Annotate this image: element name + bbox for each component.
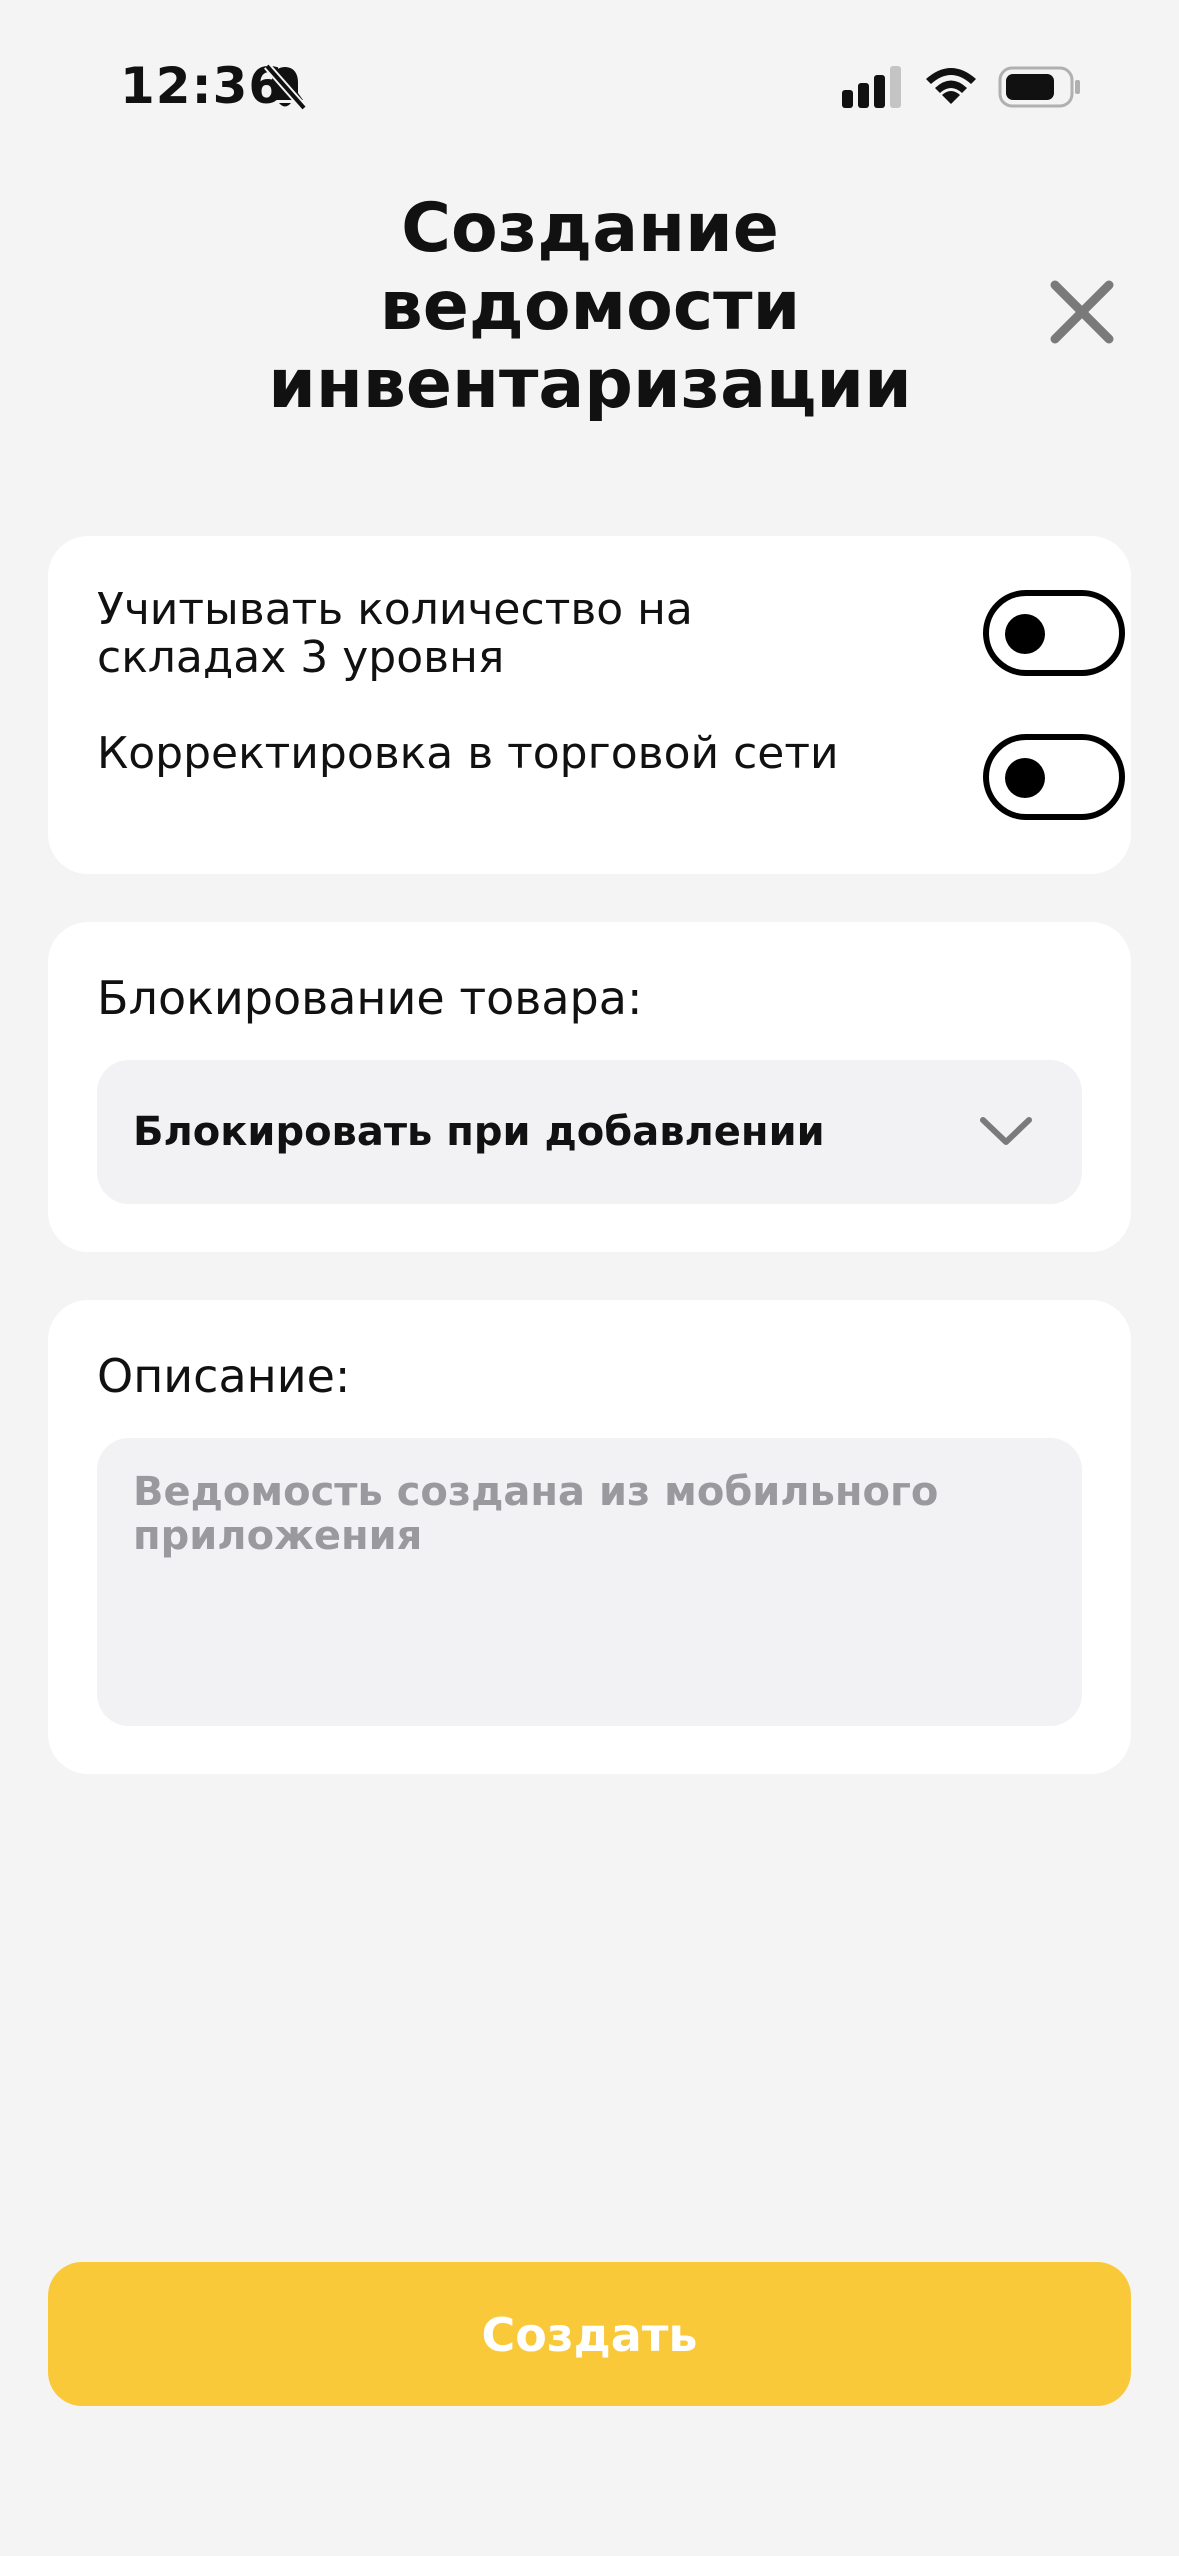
toggle-label: Корректировка в торговой сети (97, 728, 839, 779)
wifi-icon (926, 68, 976, 104)
blocking-select[interactable]: Блокировать при добавлении (97, 1060, 1082, 1204)
status-time: 12:36 (120, 57, 285, 115)
level3-stock-toggle[interactable] (983, 590, 1125, 676)
retail-correction-toggle[interactable] (983, 734, 1125, 820)
create-button[interactable]: Создать (48, 2262, 1131, 2406)
description-input[interactable]: Ведомость создана из мобильного приложен… (97, 1438, 1082, 1726)
description-placeholder: Ведомость создана из мобильного приложен… (133, 1469, 939, 1559)
description-label: Описание: (97, 1349, 351, 1403)
toggle-label: Учитывать количество на складах 3 уровня (97, 584, 693, 683)
create-inventory-sheet-screen: 12:36 Создание ведомости инвентаризации (0, 0, 1179, 2556)
blocking-card: Блокирование товара: Блокировать при доб… (48, 922, 1131, 1252)
close-icon (1050, 280, 1114, 344)
chevron-down-icon (980, 1117, 1032, 1145)
status-bar: 12:36 (0, 0, 1179, 150)
page-title: Создание ведомости инвентаризации (268, 189, 912, 424)
battery-icon (998, 66, 1080, 108)
description-card: Описание: Ведомость создана из мобильног… (48, 1300, 1131, 1774)
blocking-label: Блокирование товара: (97, 971, 643, 1025)
blocking-selected-value: Блокировать при добавлении (133, 1109, 825, 1155)
toggle-knob (1005, 614, 1045, 654)
close-button[interactable] (1042, 272, 1122, 352)
bell-off-icon (263, 63, 308, 111)
signal-icon (842, 66, 901, 108)
options-card: Учитывать количество на складах 3 уровня… (48, 536, 1131, 874)
toggle-knob (1005, 758, 1045, 798)
